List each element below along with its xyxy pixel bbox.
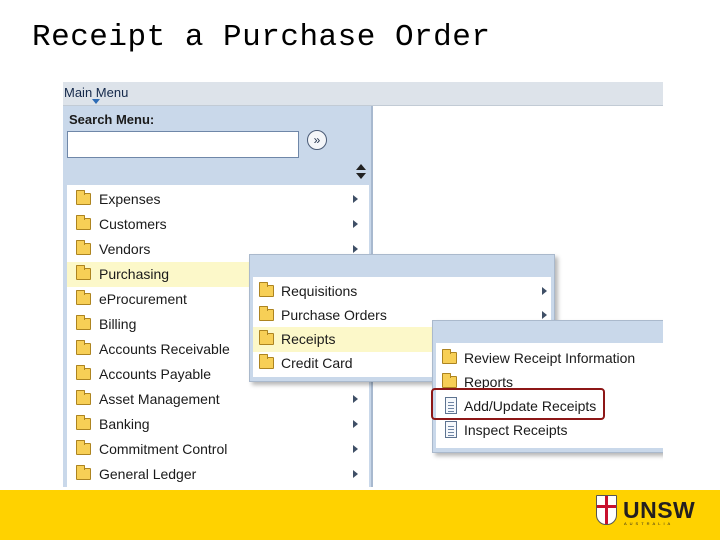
menu-item-label: Review Receipt Information bbox=[464, 350, 636, 366]
menu-item-label: Commitment Control bbox=[99, 441, 228, 457]
menu-item-customers[interactable]: Customers bbox=[67, 212, 369, 237]
chevron-right-icon bbox=[542, 311, 547, 319]
folder-icon bbox=[76, 415, 91, 430]
chevron-right-icon bbox=[353, 420, 358, 428]
main-menu-link[interactable]: Main Menu bbox=[64, 85, 128, 100]
chevron-right-icon bbox=[542, 287, 547, 295]
folder-icon bbox=[442, 373, 457, 388]
peoplesoft-screenshot: Main Menu Search Menu: » Expenses Custom… bbox=[63, 82, 663, 487]
folder-icon bbox=[259, 330, 274, 345]
menu-item-label: eProcurement bbox=[99, 291, 187, 307]
folder-icon bbox=[76, 190, 91, 205]
logo-subtext: AUSTRALIA bbox=[624, 521, 674, 526]
search-input[interactable] bbox=[67, 131, 299, 158]
menu-item-label: General Ledger bbox=[99, 466, 197, 482]
chevron-right-icon bbox=[353, 445, 358, 453]
menu-item-label: Expenses bbox=[99, 191, 161, 207]
menu-item-label: Accounts Payable bbox=[99, 366, 212, 382]
submenu-item-requisitions[interactable]: Requisitions bbox=[253, 279, 551, 304]
chevron-right-icon bbox=[353, 195, 358, 203]
search-go-button[interactable]: » bbox=[307, 130, 327, 150]
folder-icon bbox=[442, 349, 457, 364]
folder-icon bbox=[76, 440, 91, 455]
menu-item-label: Customers bbox=[99, 216, 167, 232]
menu-item-general-ledger[interactable]: General Ledger bbox=[67, 462, 369, 487]
chevron-right-icon bbox=[353, 220, 358, 228]
submenu-item-inspect-receipts[interactable]: Inspect Receipts bbox=[436, 418, 663, 443]
menu-item-label: Inspect Receipts bbox=[464, 422, 568, 438]
crest-icon bbox=[596, 495, 617, 525]
menu-bar: Main Menu bbox=[63, 82, 663, 106]
folder-icon bbox=[76, 365, 91, 380]
menu-item-label: Requisitions bbox=[281, 283, 358, 299]
folder-icon bbox=[76, 290, 91, 305]
folder-icon bbox=[76, 390, 91, 405]
folder-icon bbox=[76, 265, 91, 280]
chevron-down-icon[interactable] bbox=[92, 99, 100, 104]
menu-item-label: Credit Card bbox=[281, 355, 353, 371]
menu-item-label: Purchase Orders bbox=[281, 307, 387, 323]
folder-icon bbox=[76, 240, 91, 255]
menu-item-label: Accounts Receivable bbox=[99, 341, 230, 357]
menu-item-label: Asset Management bbox=[99, 391, 220, 407]
menu-item-label: Banking bbox=[99, 416, 150, 432]
search-menu-label: Search Menu: bbox=[69, 112, 155, 127]
submenu-item-review-receipt-information[interactable]: Review Receipt Information bbox=[436, 346, 663, 371]
sort-icon[interactable] bbox=[355, 162, 367, 182]
menu-item-expenses[interactable]: Expenses bbox=[67, 187, 369, 212]
menu-item-commitment-control[interactable]: Commitment Control bbox=[67, 437, 369, 462]
folder-icon bbox=[76, 340, 91, 355]
folder-icon bbox=[76, 465, 91, 480]
chevron-right-icon bbox=[353, 395, 358, 403]
menu-item-asset-management[interactable]: Asset Management bbox=[67, 387, 369, 412]
slide-title: Receipt a Purchase Order bbox=[32, 20, 491, 55]
menu-item-banking[interactable]: Banking bbox=[67, 412, 369, 437]
menu-item-label: Billing bbox=[99, 316, 137, 332]
folder-icon bbox=[76, 315, 91, 330]
folder-icon bbox=[259, 306, 274, 321]
highlight-callout bbox=[431, 388, 605, 420]
logo-text: UNSW bbox=[623, 497, 696, 523]
folder-icon bbox=[259, 282, 274, 297]
folder-icon bbox=[259, 354, 274, 369]
receipts-submenu: Review Receipt Information Reports Add/U… bbox=[432, 320, 663, 453]
menu-item-label: Receipts bbox=[281, 331, 336, 347]
document-icon bbox=[445, 421, 457, 438]
chevron-right-icon bbox=[353, 470, 358, 478]
folder-icon bbox=[76, 215, 91, 230]
chevron-right-icon bbox=[353, 245, 358, 253]
menu-item-label: Vendors bbox=[99, 241, 151, 257]
menu-item-label: Purchasing bbox=[99, 266, 170, 282]
